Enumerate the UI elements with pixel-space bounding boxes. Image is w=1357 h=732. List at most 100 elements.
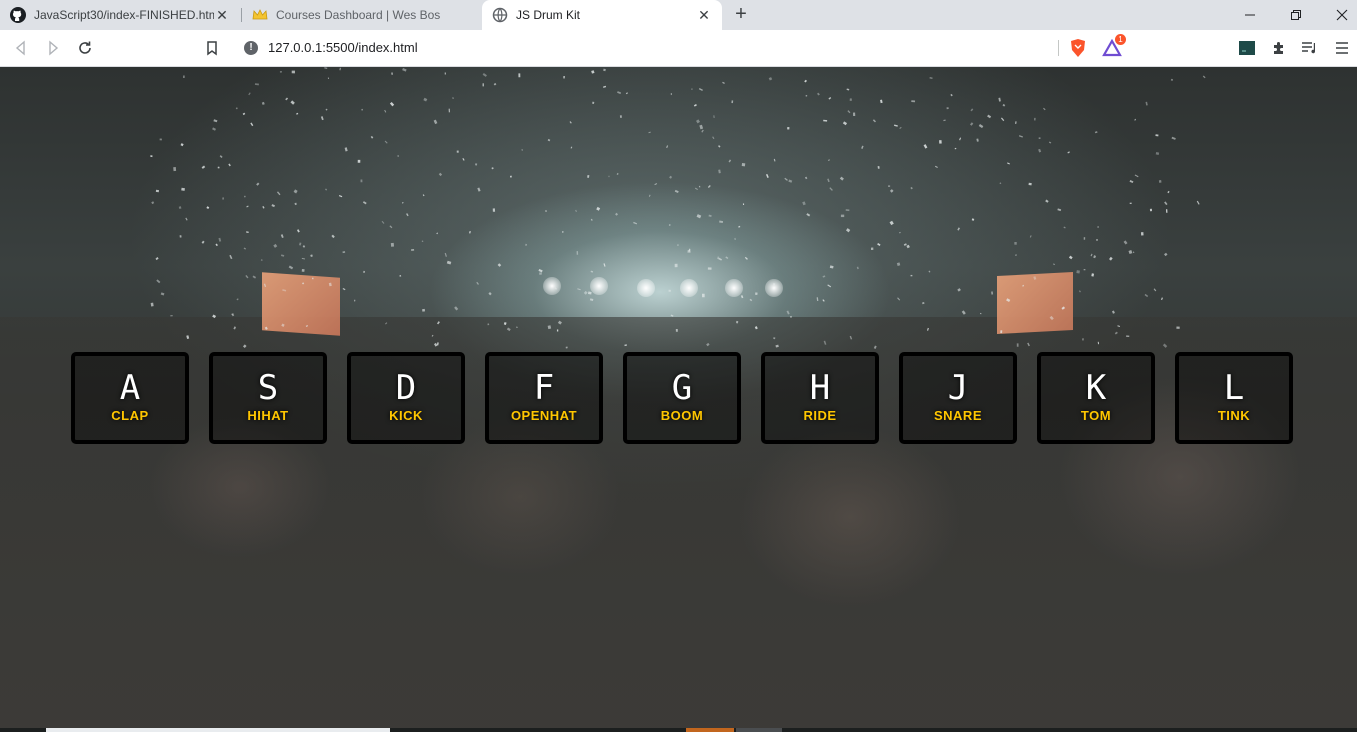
drum-key-a[interactable]: A clap — [71, 352, 189, 444]
confetti-speck — [805, 94, 808, 97]
confetti-speck — [787, 127, 790, 130]
back-button[interactable] — [9, 36, 33, 60]
address-bar[interactable]: ! 127.0.0.1:5500/index.html — [234, 34, 1130, 62]
confetti-speck — [707, 185, 711, 188]
minimize-button[interactable] — [1227, 0, 1273, 30]
confetti-speck — [569, 121, 572, 124]
drum-key-j[interactable]: J snare — [899, 352, 1017, 444]
confetti-speck — [488, 292, 492, 296]
confetti-speck — [773, 158, 776, 162]
confetti-speck — [742, 203, 745, 206]
drum-key-s[interactable]: S hihat — [209, 352, 327, 444]
confetti-speck — [271, 204, 275, 208]
confetti-speck — [280, 234, 284, 239]
confetti-speck — [452, 97, 454, 99]
confetti-speck — [755, 292, 758, 296]
confetti-layer — [150, 67, 1206, 349]
tab-javascript30[interactable]: JavaScript30/index-FINISHED.html ✕ — [0, 0, 240, 30]
confetti-speck — [436, 232, 438, 235]
confetti-speck — [987, 114, 992, 119]
confetti-speck — [276, 191, 281, 196]
confetti-speck — [547, 325, 552, 330]
confetti-speck — [1149, 208, 1153, 212]
confetti-speck — [1126, 335, 1130, 338]
brave-shield-button[interactable] — [1068, 38, 1088, 58]
tab-js-drum-kit[interactable]: JS Drum Kit ✕ — [482, 0, 722, 30]
key-letter: J — [947, 368, 969, 408]
browser-menu-button[interactable] — [1332, 38, 1352, 58]
bookmark-button[interactable] — [200, 36, 224, 60]
url-text[interactable]: 127.0.0.1:5500/index.html — [268, 40, 418, 55]
confetti-speck — [1123, 240, 1128, 245]
confetti-speck — [840, 214, 845, 218]
confetti-speck — [617, 91, 622, 95]
confetti-speck — [603, 68, 606, 72]
drum-key-d[interactable]: D kick — [347, 352, 465, 444]
confetti-speck — [324, 67, 328, 69]
confetti-speck — [827, 284, 832, 288]
confetti-speck — [406, 213, 409, 217]
confetti-speck — [950, 93, 953, 97]
extensions-button[interactable] — [1269, 38, 1289, 58]
confetti-speck — [290, 100, 295, 105]
brave-rewards-button[interactable]: 1 — [1102, 34, 1126, 58]
confetti-speck — [454, 306, 459, 311]
drum-key-k[interactable]: K tom — [1037, 352, 1155, 444]
confetti-speck — [687, 250, 691, 253]
confetti-speck — [280, 254, 285, 257]
confetti-speck — [150, 155, 153, 158]
confetti-speck — [674, 263, 678, 268]
confetti-speck — [444, 72, 447, 75]
drum-key-h[interactable]: H ride — [761, 352, 879, 444]
confetti-speck — [596, 206, 601, 211]
tab-courses-dashboard[interactable]: Courses Dashboard | Wes Bos — [242, 0, 482, 30]
confetti-speck — [1096, 239, 1098, 241]
confetti-speck — [264, 326, 268, 330]
confetti-speck — [390, 242, 395, 247]
confetti-speck — [285, 97, 289, 101]
confetti-speck — [670, 93, 672, 96]
confetti-speck — [1134, 118, 1137, 121]
confetti-speck — [633, 221, 638, 225]
confetti-speck — [893, 124, 898, 127]
confetti-speck — [816, 297, 819, 302]
confetti-speck — [557, 320, 562, 325]
confetti-speck — [1155, 152, 1160, 155]
drum-key-f[interactable]: F openhat — [485, 352, 603, 444]
close-window-button[interactable] — [1319, 0, 1357, 30]
confetti-speck — [1091, 273, 1095, 277]
key-sound: openhat — [510, 408, 578, 423]
confetti-speck — [273, 243, 278, 248]
screen-extension-button[interactable] — [1237, 38, 1257, 58]
github-icon — [10, 7, 26, 23]
confetti-speck — [212, 127, 216, 131]
close-tab-icon[interactable]: ✕ — [214, 7, 230, 23]
new-tab-button[interactable]: + — [730, 4, 752, 26]
confetti-speck — [1164, 201, 1168, 206]
confetti-speck — [725, 256, 729, 260]
drum-key-g[interactable]: G boom — [623, 352, 741, 444]
confetti-speck — [587, 291, 592, 295]
confetti-speck — [976, 138, 979, 142]
screen-icon — [1239, 41, 1255, 55]
reload-button[interactable] — [73, 36, 97, 60]
site-info-icon[interactable]: ! — [244, 41, 258, 55]
confetti-speck — [768, 77, 773, 81]
confetti-speck — [816, 92, 820, 96]
confetti-speck — [296, 229, 300, 233]
confetti-speck — [1162, 343, 1168, 348]
confetti-speck — [790, 315, 792, 318]
confetti-speck — [213, 119, 218, 123]
taskbar-item — [686, 728, 734, 732]
drum-key-l[interactable]: L tink — [1175, 352, 1293, 444]
forward-button[interactable] — [41, 36, 65, 60]
media-queue-button[interactable] — [1300, 38, 1320, 58]
confetti-speck — [591, 70, 595, 74]
confetti-speck — [619, 115, 622, 118]
close-tab-icon[interactable]: ✕ — [696, 7, 712, 23]
confetti-speck — [325, 108, 328, 111]
confetti-speck — [331, 234, 335, 239]
restore-button[interactable] — [1273, 0, 1319, 30]
confetti-speck — [1097, 341, 1100, 345]
confetti-speck — [302, 245, 306, 248]
